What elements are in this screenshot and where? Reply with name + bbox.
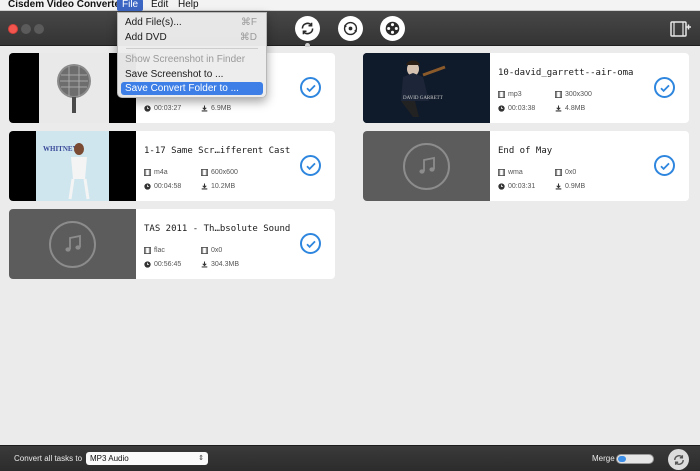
merge-toggle[interactable] — [616, 454, 654, 464]
task-card[interactable]: WHITNEY 1-17 Same Scr…ifferent Cast m4a … — [9, 131, 335, 201]
menu-help[interactable]: Help — [173, 0, 204, 11]
duration: 00:04:58 — [144, 183, 181, 190]
compress-video-mode-button[interactable] — [380, 16, 405, 41]
film-icon — [498, 169, 505, 176]
task-card[interactable]: TAS 2011 - Th…bsolute Sound flac 0x0 00:… — [9, 209, 335, 279]
task-checkbox[interactable] — [654, 155, 675, 176]
album-cover: DAVID GARRETT — [363, 53, 490, 123]
task-card[interactable]: End of May wma 0x0 00:03:31 0.9MB — [363, 131, 689, 201]
file-size: 10.2MB — [201, 183, 235, 190]
menu-item-save-screenshot[interactable]: Save Screenshot to ... — [121, 68, 263, 81]
menu-bar: Cisdem Video Converter File Edit Help — [0, 0, 700, 11]
toolbar — [0, 11, 700, 48]
music-note-icon — [64, 234, 81, 252]
checkmark-icon — [659, 84, 670, 92]
music-note-placeholder — [363, 131, 490, 201]
format: mp3 — [498, 91, 522, 98]
file-menu-dropdown: Add File(s)... ⌘F Add DVD ⌘D Show Screen… — [117, 12, 267, 98]
task-checkbox[interactable] — [300, 77, 321, 98]
menu-item-add-dvd[interactable]: Add DVD ⌘D — [121, 31, 263, 44]
file-size: 0.9MB — [555, 183, 585, 190]
resolution: 0x0 — [201, 247, 222, 254]
duration: 00:03:38 — [498, 105, 535, 112]
checkmark-icon — [305, 84, 316, 92]
film-icon — [144, 169, 151, 176]
clock-icon — [144, 261, 151, 268]
album-cover: WHITNEY — [9, 131, 136, 201]
convert-mode-button[interactable] — [295, 16, 320, 48]
merge-label: Merge — [592, 454, 615, 463]
task-title: 10-david_garrett--air-oma — [498, 68, 634, 78]
checkmark-icon — [305, 162, 316, 170]
resolution: 600x600 — [201, 169, 238, 176]
music-note-placeholder — [9, 209, 136, 279]
resolution: 300x300 — [555, 91, 592, 98]
clock-icon — [498, 183, 505, 190]
resolution: 0x0 — [555, 169, 576, 176]
shortcut-label: ⌘D — [239, 32, 257, 43]
file-size: 4.8MB — [555, 105, 585, 112]
film-icon — [201, 169, 208, 176]
disc-rip-icon — [343, 21, 358, 36]
film-icon — [201, 247, 208, 254]
menu-item-save-convert-folder[interactable]: Save Convert Folder to ... — [121, 82, 263, 95]
format: flac — [144, 247, 165, 254]
clock-icon — [498, 105, 505, 112]
app-menu[interactable]: Cisdem Video Converter — [8, 0, 124, 10]
film-icon — [555, 169, 562, 176]
svg-text:DAVID GARRETT: DAVID GARRETT — [403, 96, 443, 101]
file-size: 304.3MB — [201, 261, 239, 268]
task-list: 00:03:27 6.9MB DAVID GARRETT 10-david_ga… — [0, 47, 700, 445]
convert-icon — [673, 454, 684, 465]
menu-file[interactable]: File — [117, 0, 144, 11]
task-card[interactable]: DAVID GARRETT 10-david_garrett--air-oma … — [363, 53, 689, 123]
menu-item-add-files[interactable]: Add File(s)... ⌘F — [121, 16, 263, 29]
film-icon — [144, 247, 151, 254]
download-icon — [555, 105, 562, 112]
chevron-updown-icon: ⇕ — [198, 455, 204, 462]
film-icon — [555, 91, 562, 98]
menu-edit[interactable]: Edit — [146, 0, 173, 11]
start-convert-button[interactable] — [668, 449, 689, 470]
checkmark-icon — [659, 162, 670, 170]
music-note-icon — [418, 156, 435, 174]
convert-all-label: Convert all tasks to — [14, 454, 83, 463]
menu-separator — [126, 48, 258, 49]
task-checkbox[interactable] — [300, 233, 321, 254]
task-title: End of May — [498, 146, 553, 156]
duration: 00:03:31 — [498, 183, 535, 190]
format: m4a — [144, 169, 168, 176]
task-checkbox[interactable] — [300, 155, 321, 176]
load-media-icon[interactable] — [670, 19, 692, 39]
close-window-button[interactable] — [8, 24, 18, 34]
download-icon — [201, 105, 208, 112]
download-icon — [201, 261, 208, 268]
film-icon — [498, 91, 505, 98]
format: wma — [498, 169, 523, 176]
rip-dvd-mode-button[interactable] — [338, 16, 363, 41]
checkmark-icon — [305, 240, 316, 248]
duration: 00:03:27 — [144, 105, 181, 112]
file-size: 6.9MB — [201, 105, 231, 112]
menu-item-show-screenshot: Show Screenshot in Finder — [125, 54, 246, 65]
shortcut-label: ⌘F — [240, 17, 257, 28]
toggle-knob — [618, 456, 626, 462]
duration: 00:56:45 — [144, 261, 181, 268]
task-checkbox[interactable] — [654, 77, 675, 98]
bottom-bar: Convert all tasks to MP3 Audio ⇕ Merge — [0, 445, 700, 471]
convert-icon — [301, 22, 314, 35]
svg-text:WHITNEY: WHITNEY — [43, 145, 78, 153]
clock-icon — [144, 183, 151, 190]
download-icon — [555, 183, 562, 190]
output-format-select[interactable]: MP3 Audio ⇕ — [86, 452, 208, 465]
clock-icon — [144, 105, 151, 112]
minimize-window-button[interactable] — [21, 24, 31, 34]
zoom-window-button[interactable] — [34, 24, 44, 34]
task-title: TAS 2011 - Th…bsolute Sound — [144, 224, 291, 234]
film-reel-icon — [385, 21, 400, 36]
download-icon — [201, 183, 208, 190]
task-title: 1-17 Same Scr…ifferent Cast — [144, 146, 291, 156]
